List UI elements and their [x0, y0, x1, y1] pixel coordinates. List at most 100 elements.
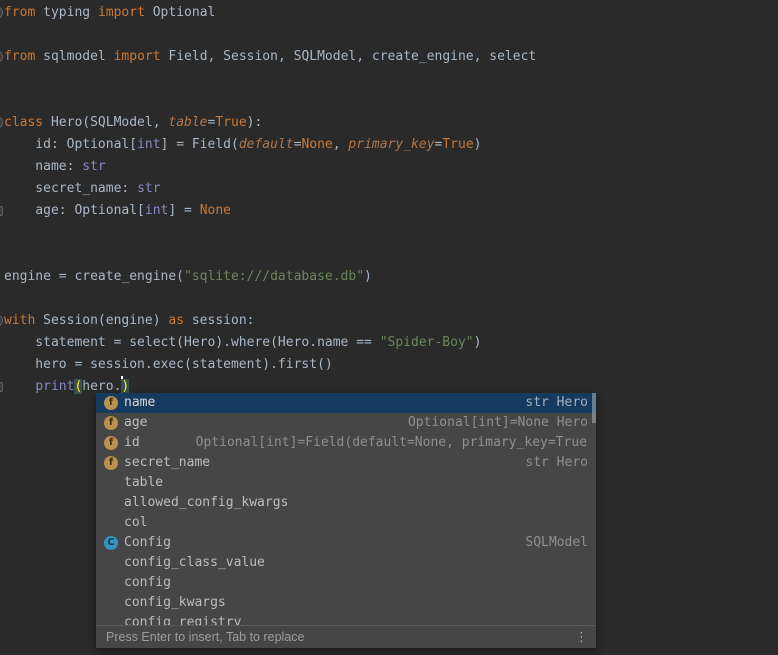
- code-token: from: [4, 49, 35, 64]
- completion-item[interactable]: config_kwargs: [96, 593, 596, 613]
- code-line[interactable]: engine = create_engine("sqlite:///databa…: [4, 266, 778, 288]
- code-line[interactable]: age: Optional[int] = None: [4, 200, 778, 222]
- code-token: ): [474, 335, 482, 350]
- completion-item[interactable]: col: [96, 513, 596, 533]
- code-token: int: [137, 137, 160, 152]
- code-line[interactable]: secret_name: str: [4, 178, 778, 200]
- gutter-icon-fragment: [0, 7, 3, 18]
- code-line[interactable]: [4, 222, 778, 244]
- field-icon: f: [104, 396, 118, 410]
- code-line[interactable]: id: Optional[int] = Field(default=None, …: [4, 134, 778, 156]
- field-icon: f: [104, 416, 118, 430]
- code-token: Hero(SQLModel,: [43, 115, 168, 130]
- completion-label: config_class_value: [124, 553, 265, 573]
- code-token: import: [114, 49, 161, 64]
- code-token: primary_key: [348, 137, 434, 152]
- code-token: hero.: [82, 379, 121, 394]
- code-line[interactable]: from sqlmodel import Field, Session, SQL…: [4, 46, 778, 68]
- completion-list: fnamestr HerofageOptional[int]=None Hero…: [96, 393, 596, 625]
- code-line[interactable]: name: str: [4, 156, 778, 178]
- code-line[interactable]: with Session(engine) as session:: [4, 310, 778, 332]
- code-token: as: [168, 313, 184, 328]
- completion-popup: fnamestr HerofageOptional[int]=None Hero…: [96, 393, 596, 648]
- code-token: session:: [184, 313, 254, 328]
- completion-tail: Optional[int]=Field(default=None, primar…: [196, 433, 588, 453]
- code-token: int: [145, 203, 168, 218]
- completion-item[interactable]: allowed_config_kwargs: [96, 493, 596, 513]
- gutter-icon-fragment: [0, 206, 3, 216]
- completion-label: name: [124, 393, 155, 413]
- class-icon: C: [104, 536, 118, 550]
- code-line[interactable]: from typing import Optional: [4, 2, 778, 24]
- field-icon: f: [104, 436, 118, 450]
- more-options-icon[interactable]: ⋮: [575, 630, 588, 645]
- code-line[interactable]: class Hero(SQLModel, table=True):: [4, 112, 778, 134]
- code-token: str: [137, 181, 160, 196]
- completion-item[interactable]: CConfigSQLModel: [96, 533, 596, 553]
- completion-label: id: [124, 433, 140, 453]
- code-token: None: [200, 203, 231, 218]
- code-token: statement = select(Hero).where(Hero.name…: [4, 335, 380, 350]
- code-token: age: Optional[: [4, 203, 145, 218]
- code-token: typing: [35, 5, 98, 20]
- code-line[interactable]: hero = session.exec(statement).first(): [4, 354, 778, 376]
- code-line[interactable]: [4, 288, 778, 310]
- popup-footer: Press Enter to insert, Tab to replace ⋮: [96, 625, 596, 648]
- code-token: table: [168, 115, 207, 130]
- completion-type-hint: Optional[int]=None Hero: [408, 413, 588, 433]
- code-token: True: [215, 115, 246, 130]
- footer-hint: Press Enter to insert, Tab to replace: [106, 630, 304, 644]
- completion-label: age: [124, 413, 147, 433]
- completion-type-hint: str Hero: [525, 393, 588, 413]
- completion-item[interactable]: config_registry: [96, 613, 596, 625]
- code-token: print: [35, 379, 74, 394]
- completion-item[interactable]: table: [96, 473, 596, 493]
- code-token: ): [474, 137, 482, 152]
- gutter-icon-fragment: [0, 117, 3, 128]
- code-line[interactable]: statement = select(Hero).where(Hero.name…: [4, 332, 778, 354]
- completion-item[interactable]: fsecret_namestr Hero: [96, 453, 596, 473]
- code-token: secret_name:: [4, 181, 137, 196]
- completion-item[interactable]: fname str Hero: [96, 393, 596, 413]
- matched-paren: ): [121, 379, 129, 394]
- code-token: ):: [247, 115, 263, 130]
- gutter-icon-fragment: [0, 51, 3, 62]
- code-token: Session(engine): [35, 313, 168, 328]
- code-token: "sqlite:///database.db": [184, 269, 364, 284]
- code-token: default: [239, 137, 294, 152]
- code-token: ] =: [168, 203, 199, 218]
- code-line[interactable]: [4, 24, 778, 46]
- completion-item[interactable]: fid Optional[int]=Field(default=None, pri…: [96, 433, 596, 453]
- completion-type-hint: SQLModel: [525, 533, 588, 553]
- completion-label: config_registry: [124, 613, 241, 625]
- completion-item[interactable]: config_class_value: [96, 553, 596, 573]
- code-token: sqlmodel: [35, 49, 113, 64]
- completion-item[interactable]: fage Optional[int]=None Hero: [96, 413, 596, 433]
- code-token: class: [4, 115, 43, 130]
- code-token: ] = Field(: [161, 137, 239, 152]
- code-token: Optional: [145, 5, 215, 20]
- code-token: True: [442, 137, 473, 152]
- completion-label: col: [124, 513, 147, 533]
- code-line[interactable]: [4, 244, 778, 266]
- completion-scrollbar[interactable]: [592, 393, 596, 423]
- gutter-icon-fragment: [0, 382, 3, 392]
- code-line[interactable]: [4, 90, 778, 112]
- completion-item[interactable]: config: [96, 573, 596, 593]
- code-token: Field, Session, SQLModel, create_engine,…: [161, 49, 537, 64]
- completion-label: config_kwargs: [124, 593, 226, 613]
- completion-label: table: [124, 473, 163, 493]
- code-token: hero = session.exec(statement).first(): [4, 357, 333, 372]
- code-token: engine = create_engine(: [4, 269, 184, 284]
- code-token: None: [301, 137, 332, 152]
- completion-label: config: [124, 573, 171, 593]
- field-icon: f: [104, 456, 118, 470]
- code-token: [4, 379, 35, 394]
- code-token: import: [98, 5, 145, 20]
- code-line[interactable]: [4, 68, 778, 90]
- code-token: str: [82, 159, 105, 174]
- code-token: id: Optional[: [4, 137, 137, 152]
- code-token: from: [4, 5, 35, 20]
- code-token: with: [4, 313, 35, 328]
- code-token: ): [364, 269, 372, 284]
